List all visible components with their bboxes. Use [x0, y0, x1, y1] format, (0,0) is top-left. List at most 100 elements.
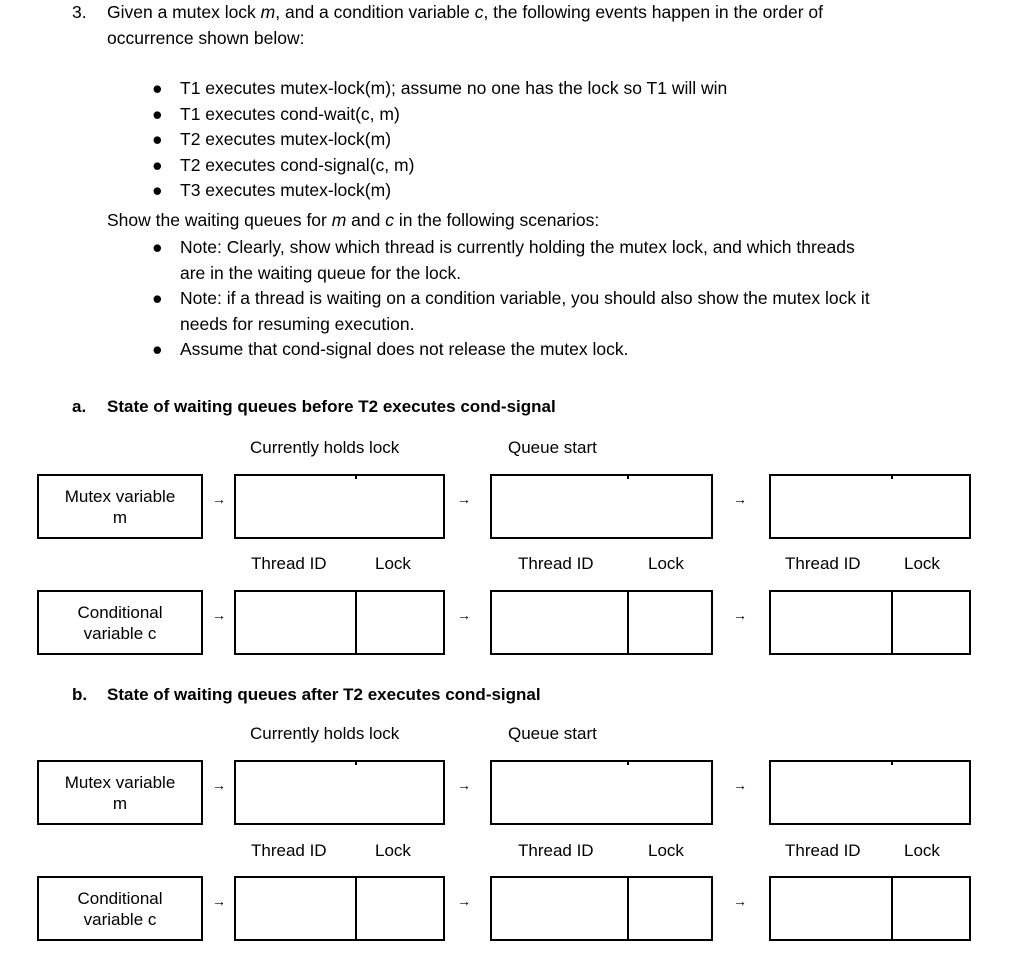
cell-divider: [891, 592, 893, 653]
arrow-right-icon: →: [212, 491, 226, 507]
intro-text-c: , the following events happen in the ord…: [483, 2, 823, 22]
caption-queue-start: Queue start: [508, 438, 597, 457]
header-lock-1-a: Lock: [375, 554, 411, 573]
list-item: ● T3 executes mutex-lock(m): [0, 178, 1024, 204]
arrow-right-icon: →: [212, 777, 226, 793]
show-text-c: in the following scenarios:: [394, 210, 600, 230]
arrow-right-icon: →: [457, 607, 471, 623]
arrow-right-icon: →: [733, 893, 747, 909]
cell-divider-tick: [627, 762, 629, 765]
cell-divider: [627, 878, 629, 939]
list-item: ● Note: Clearly, show which thread is cu…: [0, 235, 1024, 286]
section-b-heading: b. State of waiting queues after T2 exec…: [0, 684, 1024, 706]
note-text-line-1: Note: if a thread is waiting on a condit…: [180, 288, 870, 308]
cond-queue-cell-3-b[interactable]: [769, 876, 971, 941]
section-b-title: State of waiting queues after T2 execute…: [107, 685, 541, 704]
list-item: ● T2 executes mutex-lock(m): [0, 127, 1024, 153]
header-lock-2-b: Lock: [648, 841, 684, 860]
header-lock-3-a: Lock: [904, 554, 940, 573]
events-list: ● T1 executes mutex-lock(m); assume no o…: [0, 76, 1024, 204]
note-text-line-2: are in the waiting queue for the lock.: [180, 262, 462, 283]
cond-label-text: Conditional variable c: [77, 888, 162, 930]
note-text-line-1: Assume that cond-signal does not release…: [180, 339, 629, 359]
cell-divider: [355, 878, 357, 939]
section-a-heading: a. State of waiting queues before T2 exe…: [0, 396, 1024, 418]
list-item: ● T2 executes cond-signal(c, m): [0, 153, 1024, 179]
bullet-icon: ●: [152, 237, 163, 257]
mutex-queue-cell-1-a[interactable]: [234, 474, 445, 539]
section-b-marker: b.: [72, 685, 88, 704]
list-item: ● Assume that cond-signal does not relea…: [0, 337, 1024, 363]
scenarios-intro-line: Show the waiting queues for m and c in t…: [0, 208, 1024, 234]
cell-divider: [891, 878, 893, 939]
mutex-queue-cell-2-a[interactable]: [490, 474, 713, 539]
show-text-a: Show the waiting queues for: [107, 210, 332, 230]
mutex-queue-cell-3-a[interactable]: [769, 474, 971, 539]
cell-divider-tick: [891, 476, 893, 479]
header-lock-1-b: Lock: [375, 841, 411, 860]
question-intro-line-2: occurrence shown below:: [107, 27, 305, 48]
event-text: T1 executes cond-wait(c, m): [180, 103, 400, 124]
section-a-marker: a.: [72, 397, 87, 416]
arrow-right-icon: →: [733, 607, 747, 623]
intro-text-a: Given a mutex lock: [107, 2, 261, 22]
header-lock-2-a: Lock: [648, 554, 684, 573]
mutex-queue-cell-2-b[interactable]: [490, 760, 713, 825]
arrow-right-icon: →: [733, 777, 747, 793]
mutex-label-line-1: Mutex variable: [64, 772, 176, 792]
event-text: T3 executes mutex-lock(m): [180, 180, 392, 200]
mutex-label-text: Mutex variable m: [65, 772, 176, 814]
var-c: c: [385, 210, 394, 230]
cond-queue-cell-3-a[interactable]: [769, 590, 971, 655]
bullet-icon: ●: [152, 180, 163, 200]
question-number: 3.: [72, 2, 87, 22]
var-m: m: [331, 210, 347, 230]
cond-queue-cell-2-b[interactable]: [490, 876, 713, 941]
cond-label-line-2: variable c: [83, 623, 157, 643]
mutex-label-line-2: m: [112, 793, 128, 813]
mutex-queue-cell-1-b[interactable]: [234, 760, 445, 825]
event-text: T2 executes mutex-lock(m): [180, 129, 392, 149]
question-intro: 3. Given a mutex lock m, and a condition…: [0, 0, 873, 51]
bullet-icon: ●: [152, 339, 163, 359]
arrow-right-icon: →: [212, 893, 226, 909]
header-lock-3-b: Lock: [904, 841, 940, 860]
cond-variable-label-box-a: Conditional variable c: [37, 590, 203, 655]
show-text-b: and: [346, 210, 386, 230]
header-thread-id-2-a: Thread ID: [518, 554, 594, 573]
bullet-icon: ●: [152, 129, 163, 149]
bullet-icon: ●: [152, 288, 163, 308]
header-thread-id-1-a: Thread ID: [251, 554, 327, 573]
cell-divider-tick: [627, 476, 629, 479]
bullet-icon: ●: [152, 154, 163, 175]
bullet-icon: ●: [152, 103, 163, 124]
mutex-variable-label-box-b: Mutex variable m: [37, 760, 203, 825]
caption-currently-holds-lock: Currently holds lock: [250, 438, 400, 457]
notes-list: ● Note: Clearly, show which thread is cu…: [0, 235, 1024, 363]
cell-divider: [355, 592, 357, 653]
bullet-icon: ●: [152, 78, 163, 98]
cond-label-line-2: variable c: [83, 909, 157, 929]
mutex-label-text: Mutex variable m: [65, 486, 176, 528]
list-item: ● T1 executes mutex-lock(m); assume no o…: [0, 76, 1024, 102]
mutex-queue-cell-3-b[interactable]: [769, 760, 971, 825]
cell-divider-tick: [891, 762, 893, 765]
cell-divider-tick: [355, 476, 357, 479]
cell-divider: [627, 592, 629, 653]
cond-queue-cell-1-b[interactable]: [234, 876, 445, 941]
cond-label-line-1: Conditional: [77, 602, 163, 622]
header-thread-id-2-b: Thread ID: [518, 841, 594, 860]
question-intro-line-1: Given a mutex lock m, and a condition va…: [107, 0, 823, 26]
arrow-right-icon: →: [733, 491, 747, 507]
var-m: m: [260, 2, 276, 22]
event-text: T2 executes cond-signal(c, m): [180, 154, 415, 175]
note-text-line-1: Note: Clearly, show which thread is curr…: [180, 237, 855, 257]
arrow-right-icon: →: [457, 777, 471, 793]
list-item: ● Note: if a thread is waiting on a cond…: [0, 286, 1024, 337]
cond-label-line-1: Conditional: [77, 888, 163, 908]
section-a-title: State of waiting queues before T2 execut…: [107, 397, 556, 416]
cond-queue-cell-2-a[interactable]: [490, 590, 713, 655]
arrow-right-icon: →: [457, 491, 471, 507]
list-item: ● T1 executes cond-wait(c, m): [0, 102, 1024, 128]
cond-queue-cell-1-a[interactable]: [234, 590, 445, 655]
